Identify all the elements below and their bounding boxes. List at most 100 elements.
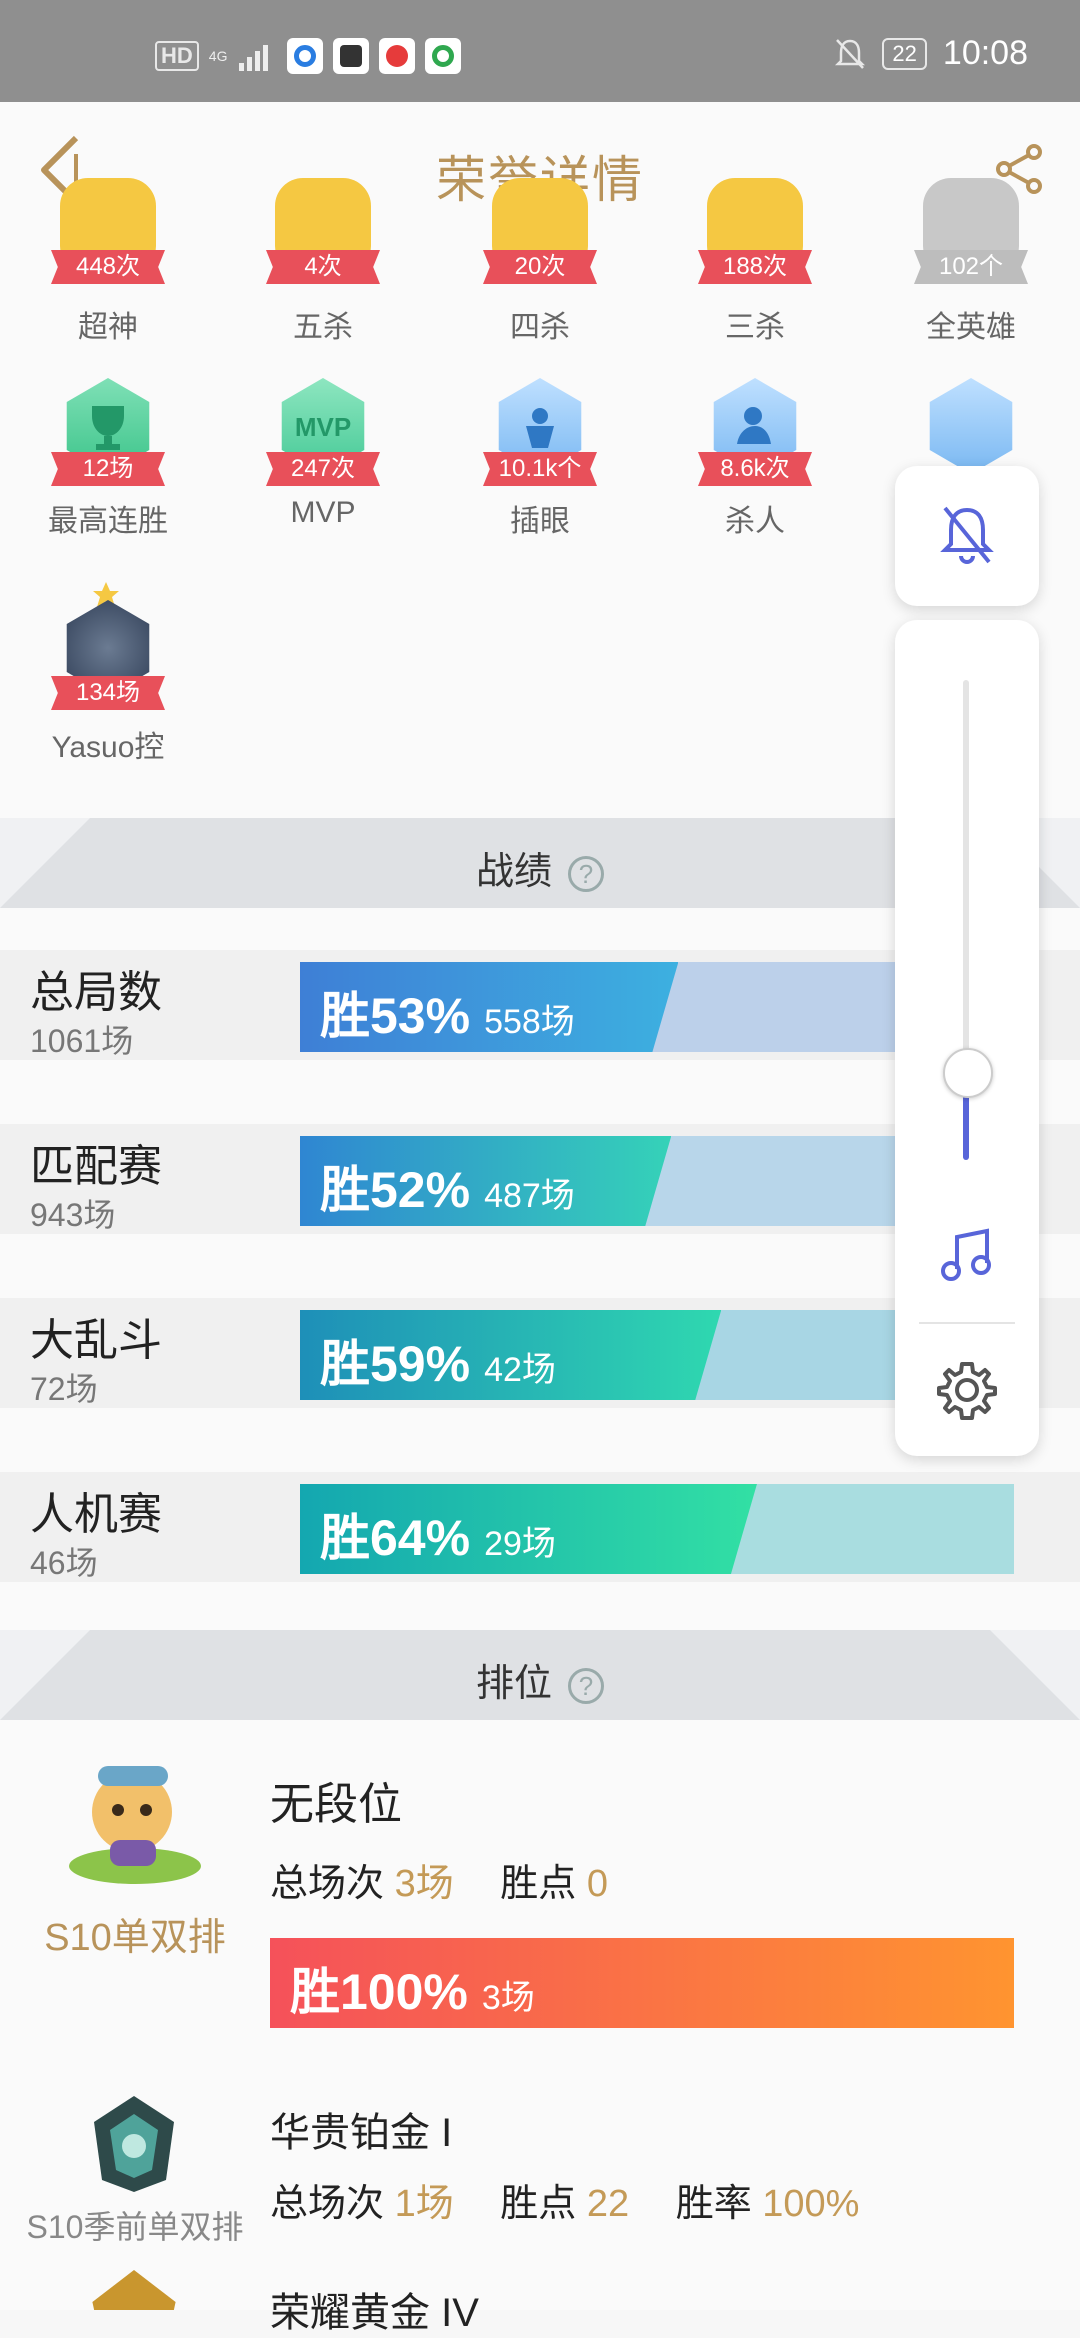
badge-count: 4次 [266, 250, 380, 284]
points-label: 胜点 [500, 2183, 577, 2225]
app-notification-icon [287, 38, 324, 74]
signal-icon [239, 45, 269, 71]
badge-label: 杀人 [725, 505, 785, 538]
badge-label: 插眼 [510, 505, 570, 538]
platinum-emblem-icon [82, 2092, 186, 2196]
badge-count: 10.1k个 [483, 452, 597, 486]
gold-emblem-icon [82, 2270, 186, 2310]
badge-mvp[interactable]: MVP 247次 MVP [248, 378, 398, 538]
wins-count: 558场 [484, 1003, 575, 1041]
winrate-label: 胜率 [675, 2183, 752, 2225]
badge-kills[interactable]: 8.6k次 杀人 [680, 378, 830, 538]
rank-meta: 总场次 1场 胜点 22 胜率 100% [270, 2172, 859, 2227]
badge-label: 全英雄 [926, 311, 1016, 344]
network-indicator: 4G [208, 48, 228, 64]
badge-label: MVP [290, 496, 356, 529]
winrate-text: 胜59% [320, 1336, 471, 1392]
status-bar: HD 4G 22 10:08 [0, 0, 1080, 102]
help-icon[interactable]: ? [568, 1667, 604, 1704]
section-header-rank: 排位? [0, 1630, 1080, 1720]
badge-godlike[interactable]: 448次 超神 [33, 178, 183, 348]
clock: 10:08 [942, 34, 1028, 72]
rank-winrate-bar: 胜100% 3场 [270, 1938, 1014, 2028]
bell-muted-icon [835, 38, 866, 69]
badge-label: 三杀 [725, 311, 785, 344]
badge-count: 448次 [51, 250, 165, 284]
winrate-text: 胜53% [320, 988, 471, 1044]
rank-card-gold[interactable]: 荣耀黄金 IV [0, 2252, 1080, 2335]
rank-tier: 华贵铂金 I [270, 2111, 453, 2155]
winrate-text: 胜64% [320, 1510, 471, 1566]
badge-wards[interactable]: 10.1k个 插眼 [465, 378, 615, 538]
season-label: S10单双排 [44, 1917, 226, 1959]
badge-count: 188次 [698, 250, 812, 284]
hd-indicator: HD [155, 41, 199, 71]
app-notification-icon [333, 38, 370, 74]
divider [919, 1322, 1015, 1324]
stat-name: 大乱斗 [30, 1316, 162, 1365]
badge-label: 四杀 [510, 311, 570, 344]
winrate-value: 100% [762, 2183, 860, 2225]
gear-icon[interactable] [935, 1358, 999, 1422]
rank-card-s10-preseason[interactable]: S10季前单双排 华贵铂金 I 总场次 1场 胜点 22 胜率 100% [0, 2074, 1080, 2254]
season-label: S10季前单双排 [26, 2209, 244, 2245]
section-title: 战绩 [475, 851, 552, 893]
winrate-text: 胜52% [320, 1162, 471, 1218]
total-label: 总场次 [270, 1863, 385, 1905]
fist-icon [929, 378, 1013, 474]
badge-label: 超神 [78, 311, 138, 344]
app-notification-icon [425, 38, 462, 74]
wins-count: 29场 [484, 1525, 556, 1563]
stat-row-bots[interactable]: 人机赛 46场 胜64% 29场 [0, 1472, 1080, 1582]
badge-count: 247次 [266, 452, 380, 486]
bell-muted-icon [940, 506, 994, 564]
badge-win-streak[interactable]: 12场 最高连胜 [33, 378, 183, 538]
stat-games: 72场 [30, 1371, 98, 1407]
total-label: 总场次 [270, 2183, 385, 2225]
badge-count: 20次 [483, 250, 597, 284]
badge-quadra-kill[interactable]: 20次 四杀 [465, 178, 615, 348]
total-value: 3场 [394, 1863, 454, 1905]
winrate-bar: 胜64% 29场 [300, 1484, 1014, 1574]
rank-card-s10-solo[interactable]: S10单双排 无段位 总场次 3场 胜点 0 胜100% 3场 [0, 1720, 1080, 2076]
volume-slider-handle[interactable] [943, 1048, 993, 1098]
badge-count: 8.6k次 [698, 452, 812, 486]
points-label: 胜点 [500, 1863, 577, 1905]
wins-count: 42场 [484, 1351, 556, 1389]
app-notification-icon [379, 38, 416, 74]
help-icon[interactable]: ? [568, 855, 604, 892]
points-value: 22 [586, 2183, 630, 2225]
battery-indicator: 22 [882, 37, 927, 70]
badge-count: 12场 [51, 452, 165, 486]
svg-text:MVP: MVP [295, 412, 351, 442]
status-left: HD 4G [155, 38, 462, 74]
status-right: 22 10:08 [834, 34, 1028, 73]
badge-label: Yasuo控 [51, 731, 165, 764]
total-value: 1场 [394, 2183, 454, 2225]
badge-champion-mastery[interactable]: 134场 Yasuo控 [33, 582, 183, 764]
rank-tier: 荣耀黄金 IV [270, 2291, 479, 2335]
stat-name: 人机赛 [30, 1490, 162, 1539]
rank-tier: 无段位 [270, 1780, 402, 1829]
badge-count: 134场 [51, 676, 165, 710]
stat-games: 46场 [30, 1545, 98, 1581]
ring-mute-toggle[interactable] [895, 466, 1039, 606]
badge-label: 最高连胜 [48, 505, 168, 538]
badge-penta-kill[interactable]: 4次 五杀 [248, 178, 398, 348]
badge-triple-kill[interactable]: 188次 三杀 [680, 178, 830, 348]
badge-all-champions[interactable]: 102个 全英雄 [896, 178, 1046, 348]
points-value: 0 [586, 1863, 608, 1905]
stat-name: 匹配赛 [30, 1142, 162, 1191]
wins-count: 3场 [481, 1979, 535, 2017]
stat-games: 1061场 [30, 1023, 134, 1059]
winrate-text: 胜100% [290, 1964, 468, 2020]
stat-name: 总局数 [30, 968, 162, 1017]
rank-meta: 总场次 3场 胜点 0 [270, 1852, 608, 1907]
music-note-icon[interactable] [937, 1225, 997, 1285]
wins-count: 487场 [484, 1177, 575, 1215]
badge-label: 五杀 [293, 311, 353, 344]
section-title: 排位 [475, 1663, 552, 1705]
teemo-avatar [60, 1748, 210, 1888]
badge-count: 102个 [914, 250, 1028, 284]
stat-games: 943场 [30, 1197, 116, 1233]
